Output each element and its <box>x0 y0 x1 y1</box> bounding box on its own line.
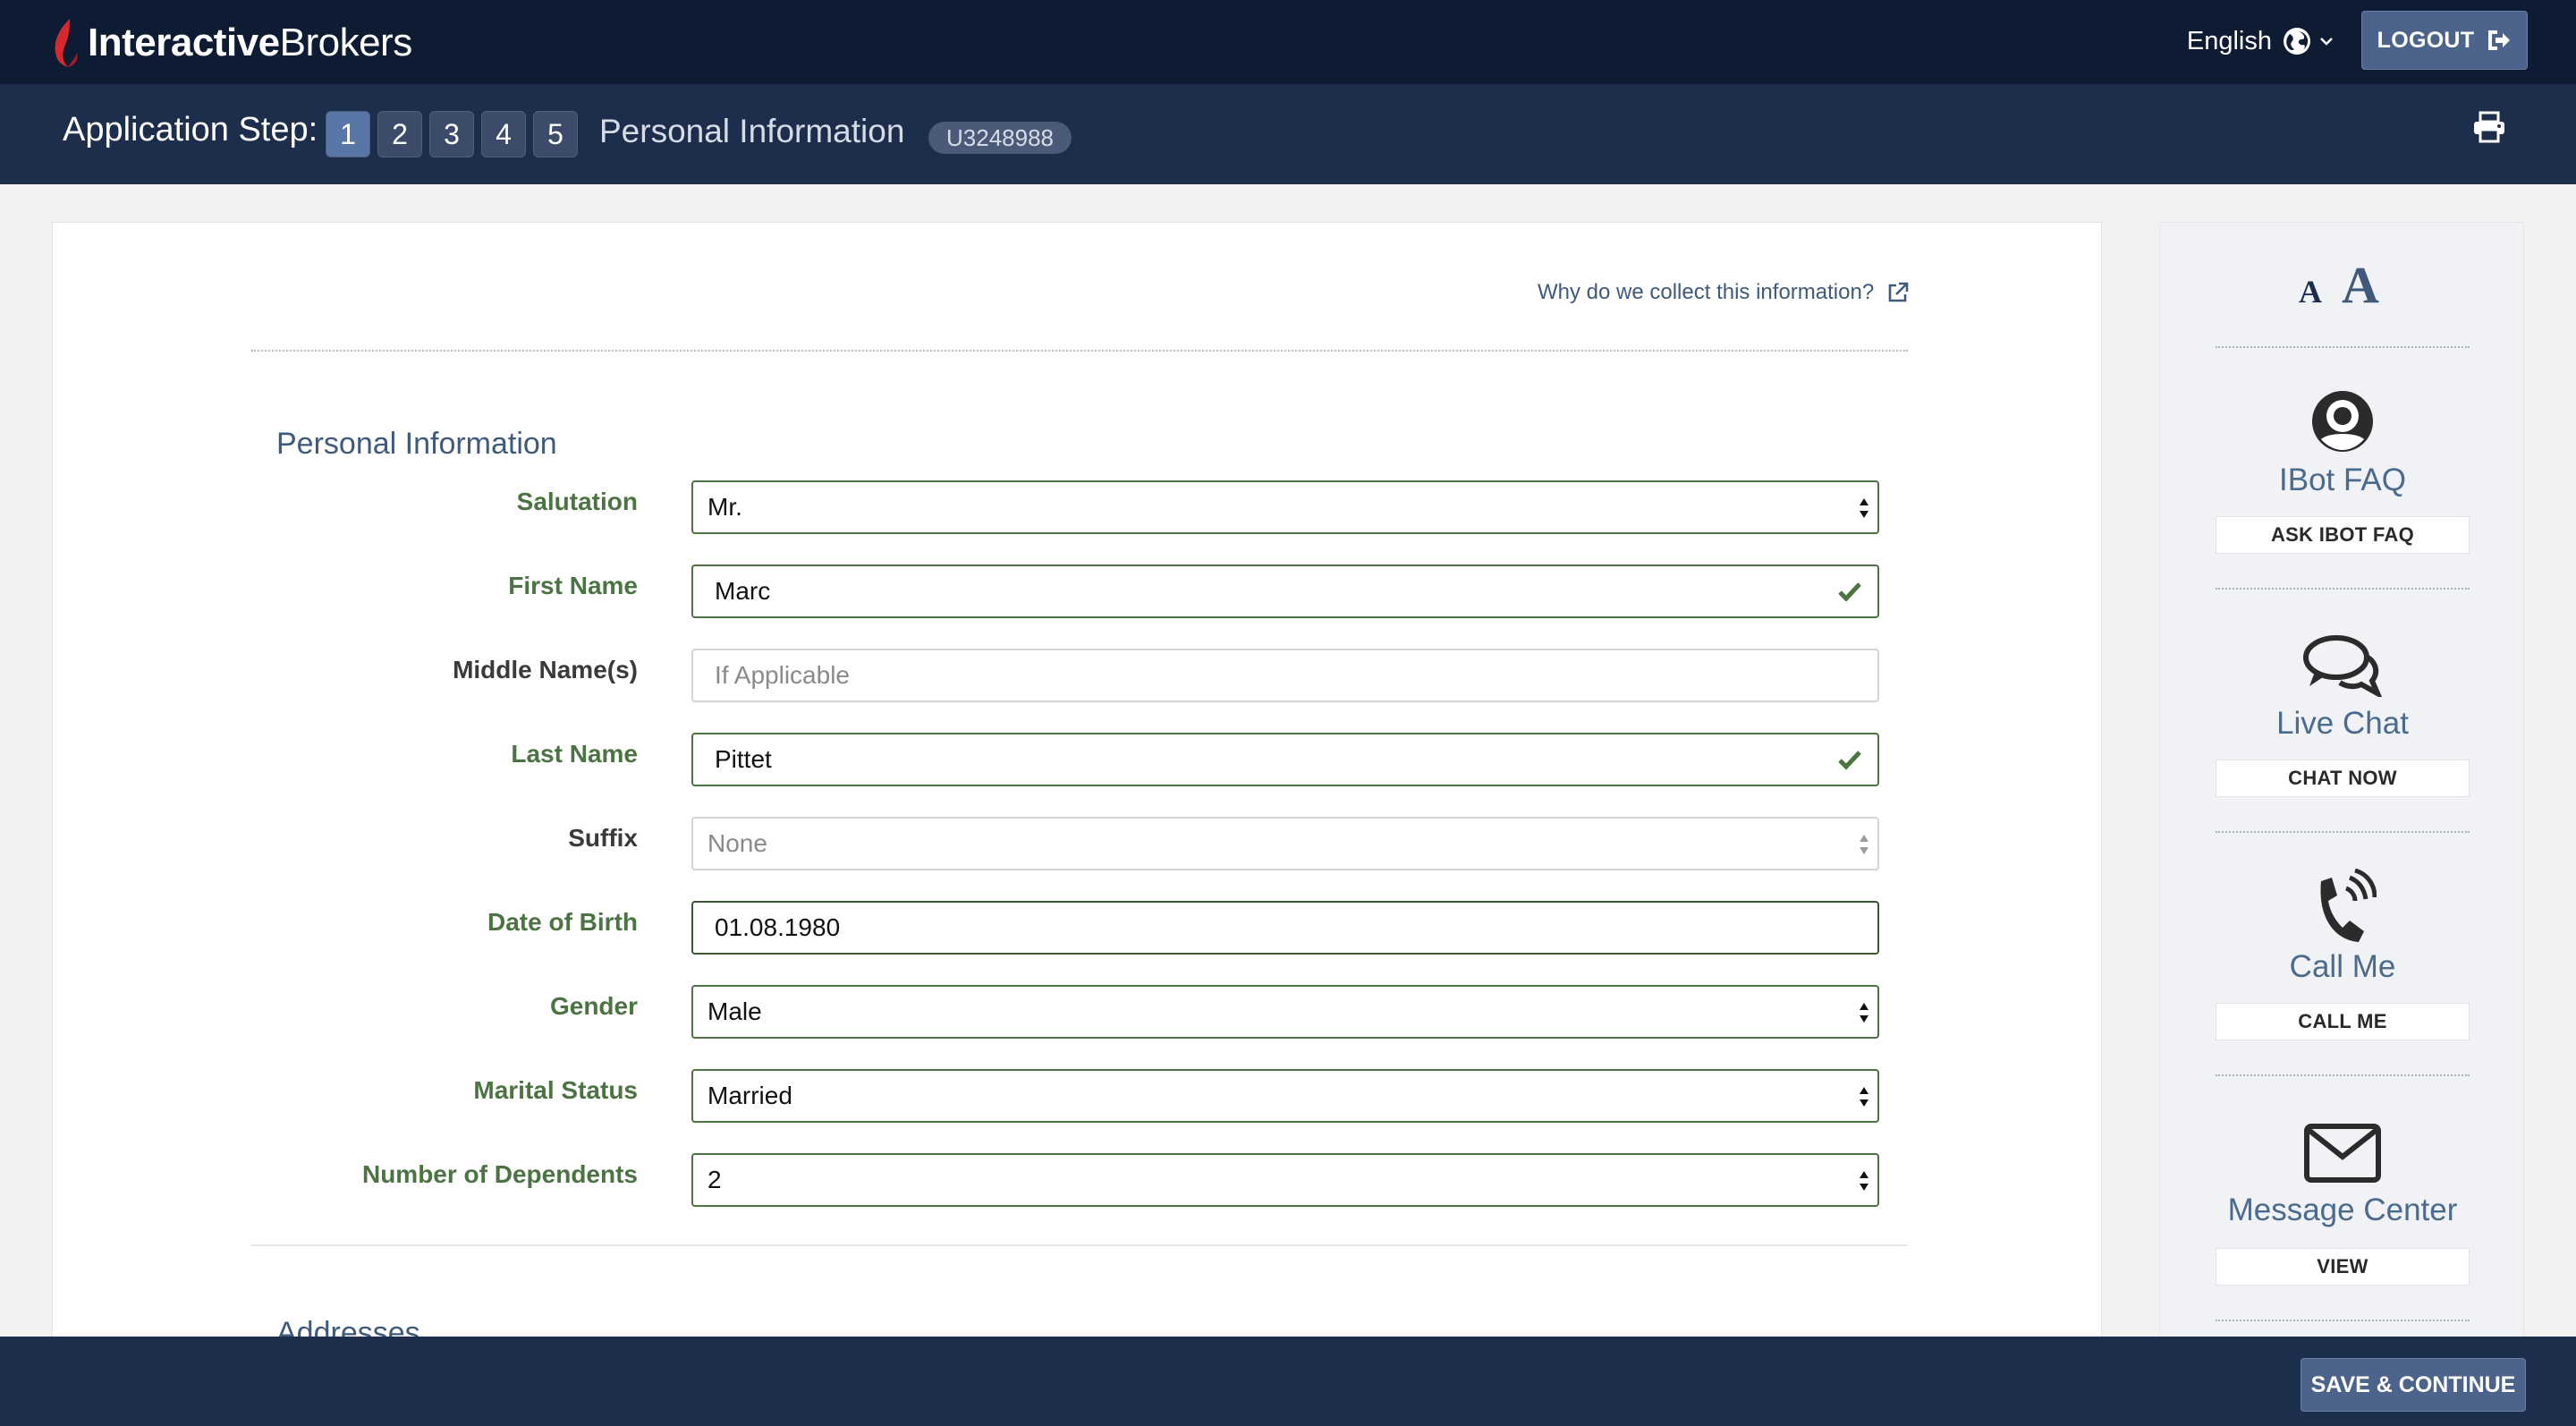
logo-flame-icon <box>55 19 78 67</box>
save-and-continue-button[interactable]: SAVE & CONTINUE <box>2301 1358 2526 1412</box>
divider <box>2216 831 2470 833</box>
personal-information-form: Why do we collect this information? Pers… <box>52 222 2102 1350</box>
date-of-birth-value: 01.08.1980 <box>715 913 841 941</box>
marital-status-value: Married <box>708 1082 792 1109</box>
last-name-input[interactable]: Pittet <box>691 733 1879 786</box>
envelope-icon-wrap <box>2160 1123 2525 1184</box>
section-title-personal-information: Personal Information <box>276 427 557 461</box>
divider <box>2216 1074 2470 1076</box>
account-id-badge: U3248988 <box>928 122 1072 154</box>
date-of-birth-label: Date of Birth <box>487 908 638 936</box>
application-step-label: Application Step: <box>63 111 318 149</box>
why-collect-info-link[interactable]: Why do we collect this information? <box>1538 280 1910 305</box>
middle-name-label: Middle Name(s) <box>453 656 638 683</box>
salutation-select[interactable]: Mr. <box>691 480 1879 534</box>
suffix-value: None <box>708 829 767 857</box>
checkmark-icon <box>1838 582 1861 602</box>
logout-icon <box>2488 30 2511 50</box>
phone-icon-wrap <box>2160 869 2525 946</box>
chevron-down-icon <box>2320 38 2333 46</box>
step-5[interactable]: 5 <box>533 111 578 157</box>
step-title: Personal Information <box>599 113 905 149</box>
external-link-icon <box>1888 282 1909 302</box>
suffix-label: Suffix <box>568 824 638 852</box>
language-label: English <box>2186 26 2272 55</box>
marital-status-select[interactable]: Married <box>691 1069 1879 1123</box>
select-arrows-icon <box>1860 1087 1868 1107</box>
view-messages-button[interactable]: VIEW <box>2216 1248 2470 1286</box>
gender-value: Male <box>708 997 762 1025</box>
ibot-icon-wrap <box>2160 387 2525 455</box>
first-name-label: First Name <box>508 572 638 599</box>
ibot-icon <box>2312 391 2373 452</box>
globe-icon <box>2284 28 2310 55</box>
first-name-input[interactable]: Marc <box>691 564 1879 618</box>
select-arrows-icon <box>1860 835 1868 854</box>
marital-status-label: Marital Status <box>473 1076 638 1104</box>
why-collect-info-text: Why do we collect this information? <box>1538 280 1875 304</box>
salutation-value: Mr. <box>708 493 742 521</box>
logout-button[interactable]: LOGOUT <box>2361 11 2528 70</box>
divider <box>2216 1320 2470 1321</box>
envelope-icon <box>2304 1124 2381 1183</box>
select-arrows-icon <box>1860 498 1868 518</box>
call-me-title: Call Me <box>2289 949 2396 984</box>
logout-label: LOGOUT <box>2377 27 2475 53</box>
suffix-select[interactable]: None <box>691 817 1879 870</box>
ibot-faq-title: IBot FAQ <box>2279 463 2406 497</box>
interactive-brokers-logo[interactable]: InteractiveBrokers <box>50 16 412 70</box>
font-size-large-button[interactable]: A <box>2342 255 2379 315</box>
help-sidebar: A A IBot FAQ ASK IBOT FAQ Live Chat CHAT… <box>2159 222 2524 1349</box>
divider <box>2216 346 2470 348</box>
last-name-label: Last Name <box>511 740 638 768</box>
divider <box>251 1244 1908 1246</box>
top-navbar: InteractiveBrokers English LOGOUT <box>0 0 2576 84</box>
application-step-bar: Application Step: 1 2 3 4 5 Personal Inf… <box>0 84 2576 184</box>
first-name-value: Marc <box>715 577 771 605</box>
step-1[interactable]: 1 <box>326 111 370 157</box>
middle-name-placeholder: If Applicable <box>715 661 850 689</box>
checkmark-icon <box>1838 751 1861 770</box>
select-arrows-icon <box>1860 1171 1868 1191</box>
ask-ibot-faq-button[interactable]: ASK IBOT FAQ <box>2216 516 2470 554</box>
logo-wordmark: InteractiveBrokers <box>88 21 412 64</box>
salutation-label: Salutation <box>516 488 638 515</box>
divider <box>2216 588 2470 590</box>
dependents-value: 2 <box>708 1166 722 1193</box>
last-name-value: Pittet <box>715 745 772 773</box>
step-3[interactable]: 3 <box>429 111 474 157</box>
live-chat-title: Live Chat <box>2276 706 2409 741</box>
step-list: 1 2 3 4 5 <box>326 111 578 157</box>
chat-now-button[interactable]: CHAT NOW <box>2216 760 2470 797</box>
chat-bubbles-icon <box>2303 635 2382 697</box>
dependents-select[interactable]: 2 <box>691 1153 1879 1207</box>
step-2[interactable]: 2 <box>377 111 422 157</box>
gender-select[interactable]: Male <box>691 985 1879 1039</box>
select-arrows-icon <box>1860 1003 1868 1023</box>
print-icon[interactable] <box>2472 111 2506 143</box>
chat-icon-wrap <box>2160 634 2525 697</box>
message-center-title: Message Center <box>2227 1193 2458 1227</box>
font-size-controls: A A <box>2299 255 2379 315</box>
bottom-action-bar: SAVE & CONTINUE <box>0 1337 2576 1426</box>
gender-label: Gender <box>549 992 638 1020</box>
language-selector[interactable]: English <box>2187 23 2334 59</box>
middle-name-input[interactable]: If Applicable <box>691 649 1879 702</box>
call-me-button[interactable]: CALL ME <box>2216 1003 2470 1040</box>
step-4[interactable]: 4 <box>481 111 526 157</box>
phone-icon <box>2320 869 2377 942</box>
divider <box>251 350 1908 352</box>
date-of-birth-input[interactable]: 01.08.1980 <box>691 901 1879 955</box>
font-size-small-button[interactable]: A <box>2299 273 2322 310</box>
dependents-label: Number of Dependents <box>361 1160 638 1188</box>
